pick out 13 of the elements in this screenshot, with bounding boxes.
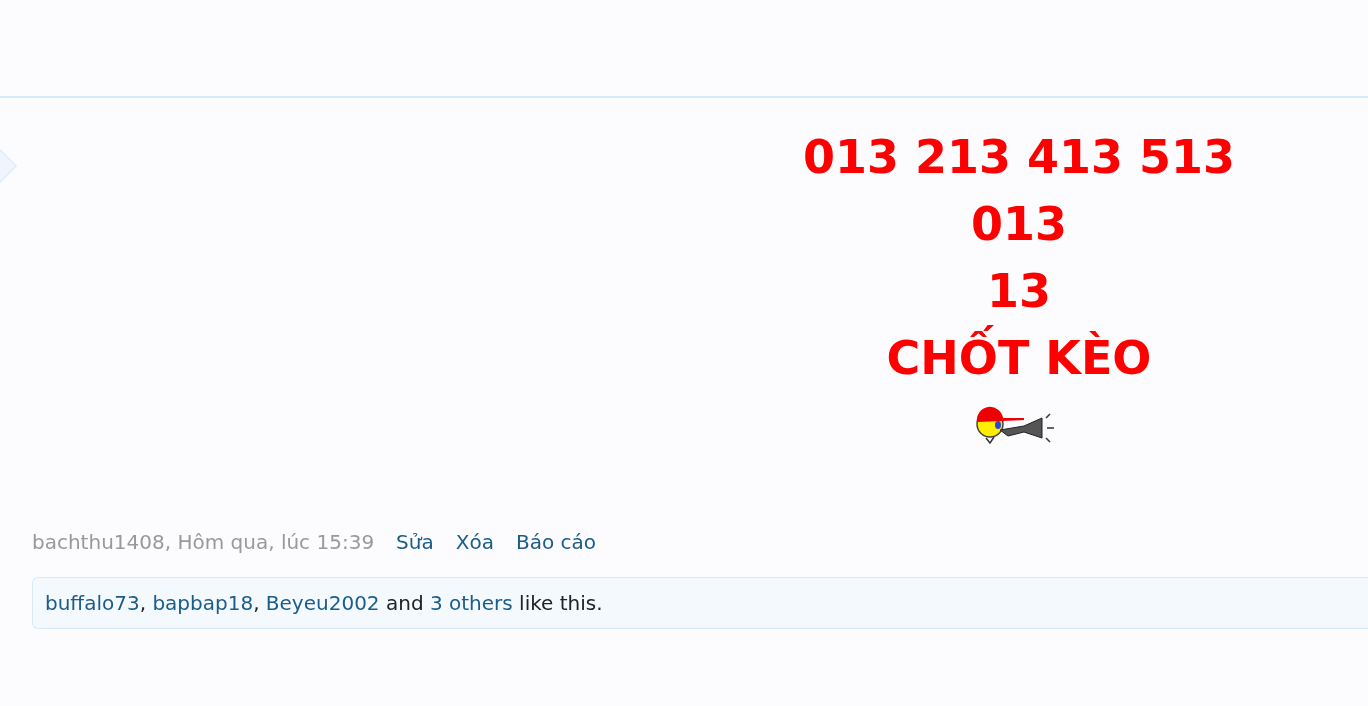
likes-summary: buffalo73, bapbap18, Beyeu2002 and 3 others like this.	[32, 577, 1368, 629]
action-link[interactable]: Sửa	[396, 530, 434, 554]
post-info: bachthu1408, Hôm qua, lúc 15:39	[32, 530, 375, 554]
action-link[interactable]: Xóa	[455, 530, 494, 554]
message-line: CHỐT KÈO	[886, 325, 1152, 392]
action-link[interactable]: Báo cáo	[515, 530, 596, 554]
message-line: 013	[971, 196, 1067, 253]
user-link[interactable]: bapbap18	[152, 591, 254, 615]
message-line: 013 213 413 513	[802, 129, 1236, 186]
user-link[interactable]: Beyeu2002	[265, 591, 380, 615]
message-line: 13	[987, 263, 1051, 320]
user-link[interactable]: 3 others	[429, 591, 513, 615]
user-link[interactable]: buffalo73	[45, 591, 140, 615]
